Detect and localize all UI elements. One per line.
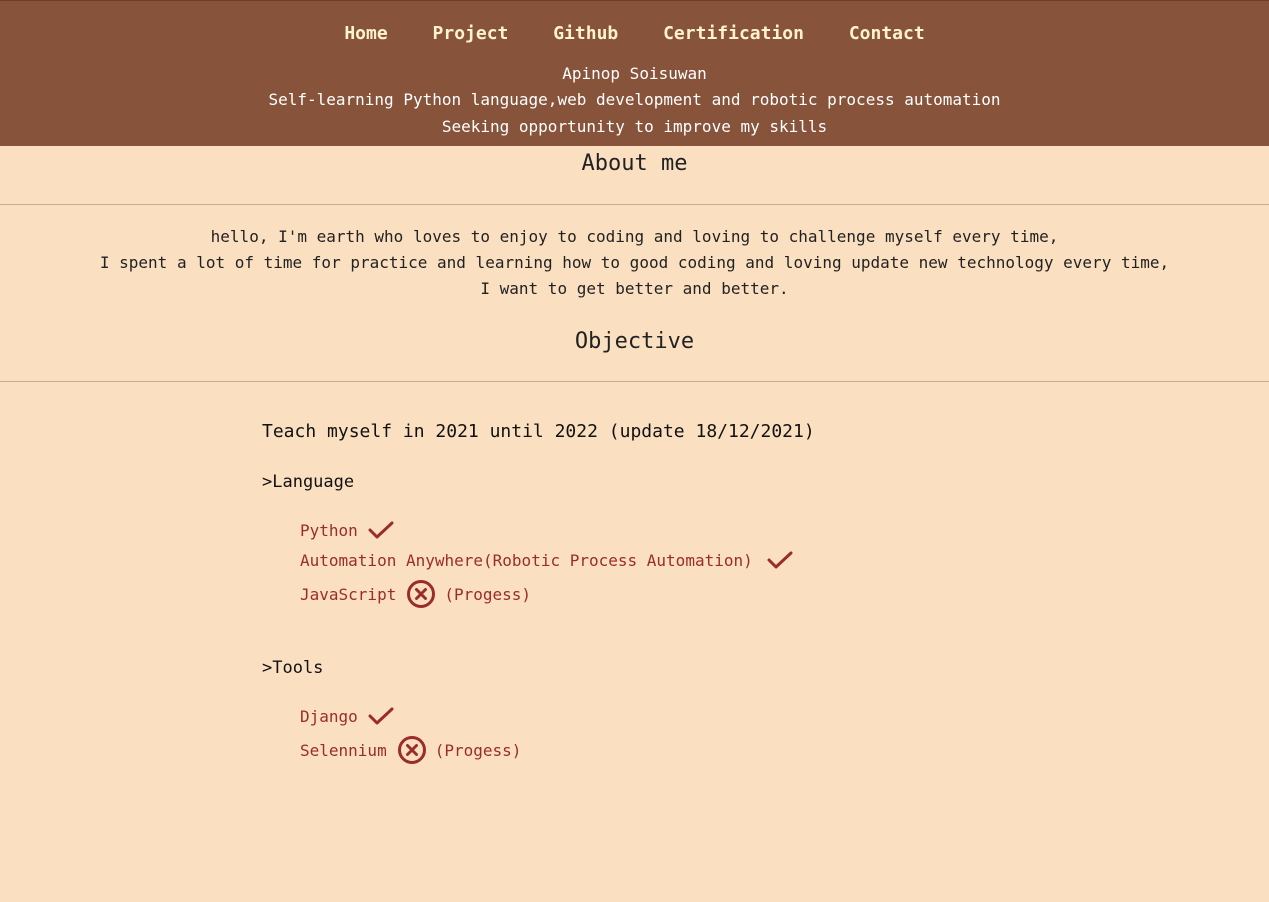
item-label: Python (300, 520, 358, 540)
author-goal: Seeking opportunity to improve my skills (441, 117, 828, 136)
about-line-3: I want to get better and better. (480, 279, 789, 298)
objective-divider (0, 381, 1269, 382)
nav-certification-link[interactable]: Certification (663, 23, 804, 44)
tools-item-selennium: Selennium (Progess) (300, 735, 521, 765)
about-line-2: I spent a lot of time for practice and l… (99, 253, 1170, 272)
item-label: Selennium (300, 740, 387, 760)
author-tagline: Self-learning Python language,web develo… (268, 90, 1001, 109)
objective-title: Objective (574, 329, 695, 354)
language-item-javascript: JavaScript (Progess) (300, 579, 531, 609)
language-group-title: >Language (262, 472, 355, 492)
nav-contact-link[interactable]: Contact (849, 23, 925, 44)
progress-note: (Progess) (434, 740, 522, 760)
nav-project-link[interactable]: Project (433, 23, 509, 44)
about-divider (0, 204, 1269, 205)
item-label: Django (300, 706, 358, 726)
check-icon (368, 706, 394, 726)
tools-group-title: >Tools (262, 658, 324, 678)
item-label: JavaScript (300, 584, 397, 604)
nav-home-link[interactable]: Home (344, 23, 387, 44)
x-circle-icon (397, 735, 427, 765)
progress-note: (Progess) (444, 584, 532, 604)
item-label: Automation Anywhere(Robotic Process Auto… (300, 550, 753, 570)
author-name: Apinop Soisuwan (562, 64, 707, 83)
about-title: About me (581, 151, 688, 176)
tools-item-django: Django (300, 706, 394, 726)
main-nav: Home Project Github Certification Contac… (0, 23, 1269, 44)
language-item-python: Python (300, 520, 394, 540)
about-line-1: hello, I'm earth who loves to enjoy to c… (210, 227, 1059, 246)
check-icon (368, 520, 394, 540)
objective-heading: Teach myself in 2021 until 2022 (update … (262, 421, 815, 442)
nav-github-link[interactable]: Github (553, 23, 618, 44)
x-circle-icon (406, 579, 436, 609)
site-header: Home Project Github Certification Contac… (0, 0, 1269, 146)
check-icon (767, 550, 793, 570)
language-item-automation-anywhere: Automation Anywhere(Robotic Process Auto… (300, 550, 793, 570)
